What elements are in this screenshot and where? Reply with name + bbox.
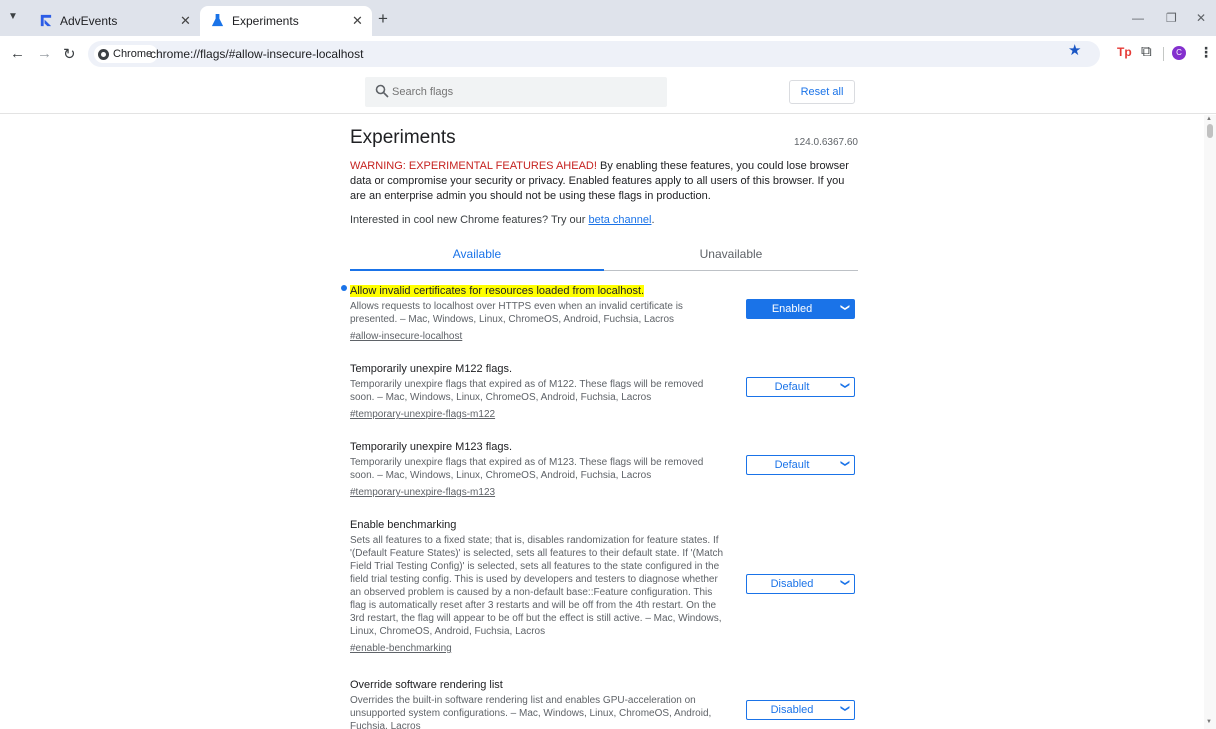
flag-permalink[interactable]: #temporary-unexpire-flags-m123 [350,486,495,499]
flag-description: Allows requests to localhost over HTTPS … [350,301,683,325]
scroll-up-icon[interactable]: ▲ [1206,116,1212,122]
tab-title: Experiments [232,14,299,28]
window-close-icon[interactable]: ✕ [1196,11,1206,25]
flag-name: Enable benchmarking [350,519,457,531]
select-value: Default [774,381,810,393]
flag-item: Override software rendering list Overrid… [350,675,858,729]
scroll-thumb[interactable] [1207,124,1213,138]
flag-description: Sets all features to a fixed state; that… [350,535,724,637]
back-arrow-icon[interactable]: ← [10,45,25,62]
restore-icon[interactable]: ❐ [1166,11,1177,25]
warning-label: WARNING: EXPERIMENTAL FEATURES AHEAD! [350,160,597,172]
flag-state-select[interactable]: Disabled ❯ [746,574,855,594]
page-scrollbar[interactable]: ▲ ▼ [1204,115,1216,729]
flag-item: Allow invalid certificates for resources… [341,281,858,344]
chrome-logo-icon [98,48,109,60]
bookmark-star-icon[interactable]: ★ [1068,43,1081,58]
address-bar[interactable]: Chrome chrome://flags/#allow-insecure-lo… [88,41,1100,67]
chevron-down-icon: ❯ [840,303,851,312]
select-value: Default [774,459,810,471]
flag-description: Overrides the built-in software renderin… [350,695,712,729]
close-icon[interactable]: ✕ [352,13,363,29]
flag-name: Override software rendering list [350,679,503,691]
flag-item: Temporarily unexpire M122 flags. Tempora… [350,359,858,422]
chevron-down-icon: ❯ [840,578,851,587]
flask-icon [211,13,224,27]
select-value: Disabled [770,704,814,716]
menu-kebab-icon[interactable]: ⋮ [1199,44,1213,61]
tab-experiments[interactable]: Experiments ✕ [200,6,372,36]
flags-tabs: Available Unavailable [350,241,858,271]
extension-tp-icon[interactable]: Tp [1117,45,1132,59]
flag-item: Temporarily unexpire M123 flags. Tempora… [350,437,858,500]
search-box[interactable] [365,77,667,107]
beta-line: Interested in cool new Chrome features? … [350,214,655,226]
scroll-down-icon[interactable]: ▼ [1206,719,1212,725]
flag-state-select[interactable]: Enabled ❯ [746,299,855,319]
flag-description: Temporarily unexpire flags that expired … [350,457,704,481]
tab-search-chevron-icon[interactable]: ▼ [6,10,20,24]
chevron-down-icon: ❯ [840,459,851,468]
site-info-chip[interactable]: Chrome [94,45,159,63]
toolbar-divider [1163,47,1164,61]
select-value: Disabled [770,578,814,590]
flag-name: Temporarily unexpire M122 flags. [350,363,513,375]
chevron-down-icon: ❯ [840,704,851,713]
site-chip-label: Chrome [113,48,153,60]
search-icon [375,84,389,98]
flag-name: Temporarily unexpire M123 flags. [350,441,513,453]
browser-toolbar: ← → ↻ Chrome chrome://flags/#allow-insec… [0,36,1216,72]
flag-description: Temporarily unexpire flags that expired … [350,379,704,403]
page-title: Experiments [350,127,456,148]
flag-permalink[interactable]: #enable-benchmarking [350,642,452,655]
flags-header: Reset all [0,72,1216,114]
extensions-puzzle-icon[interactable]: ⧉ [1141,43,1152,60]
advevents-favicon-icon [39,14,52,27]
tab-title: AdvEvents [60,14,118,28]
modified-dot-icon [341,285,347,291]
url-text[interactable]: chrome://flags/#allow-insecure-localhost [150,47,363,61]
tab-strip: ▼ AdvEvents ✕ Experiments ✕ + — ❐ ✕ [0,0,1216,36]
beta-prefix: Interested in cool new Chrome features? … [350,214,589,226]
chevron-down-icon: ❯ [840,381,851,390]
select-value: Enabled [771,303,813,315]
flag-item: Enable benchmarking Sets all features to… [350,515,858,656]
flag-state-select[interactable]: Default ❯ [746,455,855,475]
reset-all-button[interactable]: Reset all [789,80,855,104]
reload-icon[interactable]: ↻ [63,45,76,63]
warning-text: WARNING: EXPERIMENTAL FEATURES AHEAD! By… [350,159,858,204]
minimize-icon[interactable]: — [1132,11,1144,25]
version-label: 124.0.6367.60 [794,137,858,148]
beta-channel-link[interactable]: beta channel [588,214,651,226]
flags-content: Experiments 124.0.6367.60 WARNING: EXPER… [0,115,1204,729]
tab-advevents[interactable]: AdvEvents ✕ [28,6,200,36]
flag-state-select[interactable]: Disabled ❯ [746,700,855,720]
flag-permalink[interactable]: #temporary-unexpire-flags-m122 [350,408,495,421]
tab-unavailable[interactable]: Unavailable [604,241,858,271]
new-tab-plus-icon[interactable]: + [378,9,388,29]
flag-name: Allow invalid certificates for resources… [350,285,645,297]
tab-available[interactable]: Available [350,241,604,271]
forward-arrow-icon[interactable]: → [37,45,52,62]
close-icon[interactable]: ✕ [180,13,191,29]
search-input[interactable] [392,83,652,101]
flag-permalink[interactable]: #allow-insecure-localhost [350,330,462,343]
beta-suffix: . [651,214,655,226]
profile-avatar[interactable]: C [1172,46,1186,60]
flag-state-select[interactable]: Default ❯ [746,377,855,397]
